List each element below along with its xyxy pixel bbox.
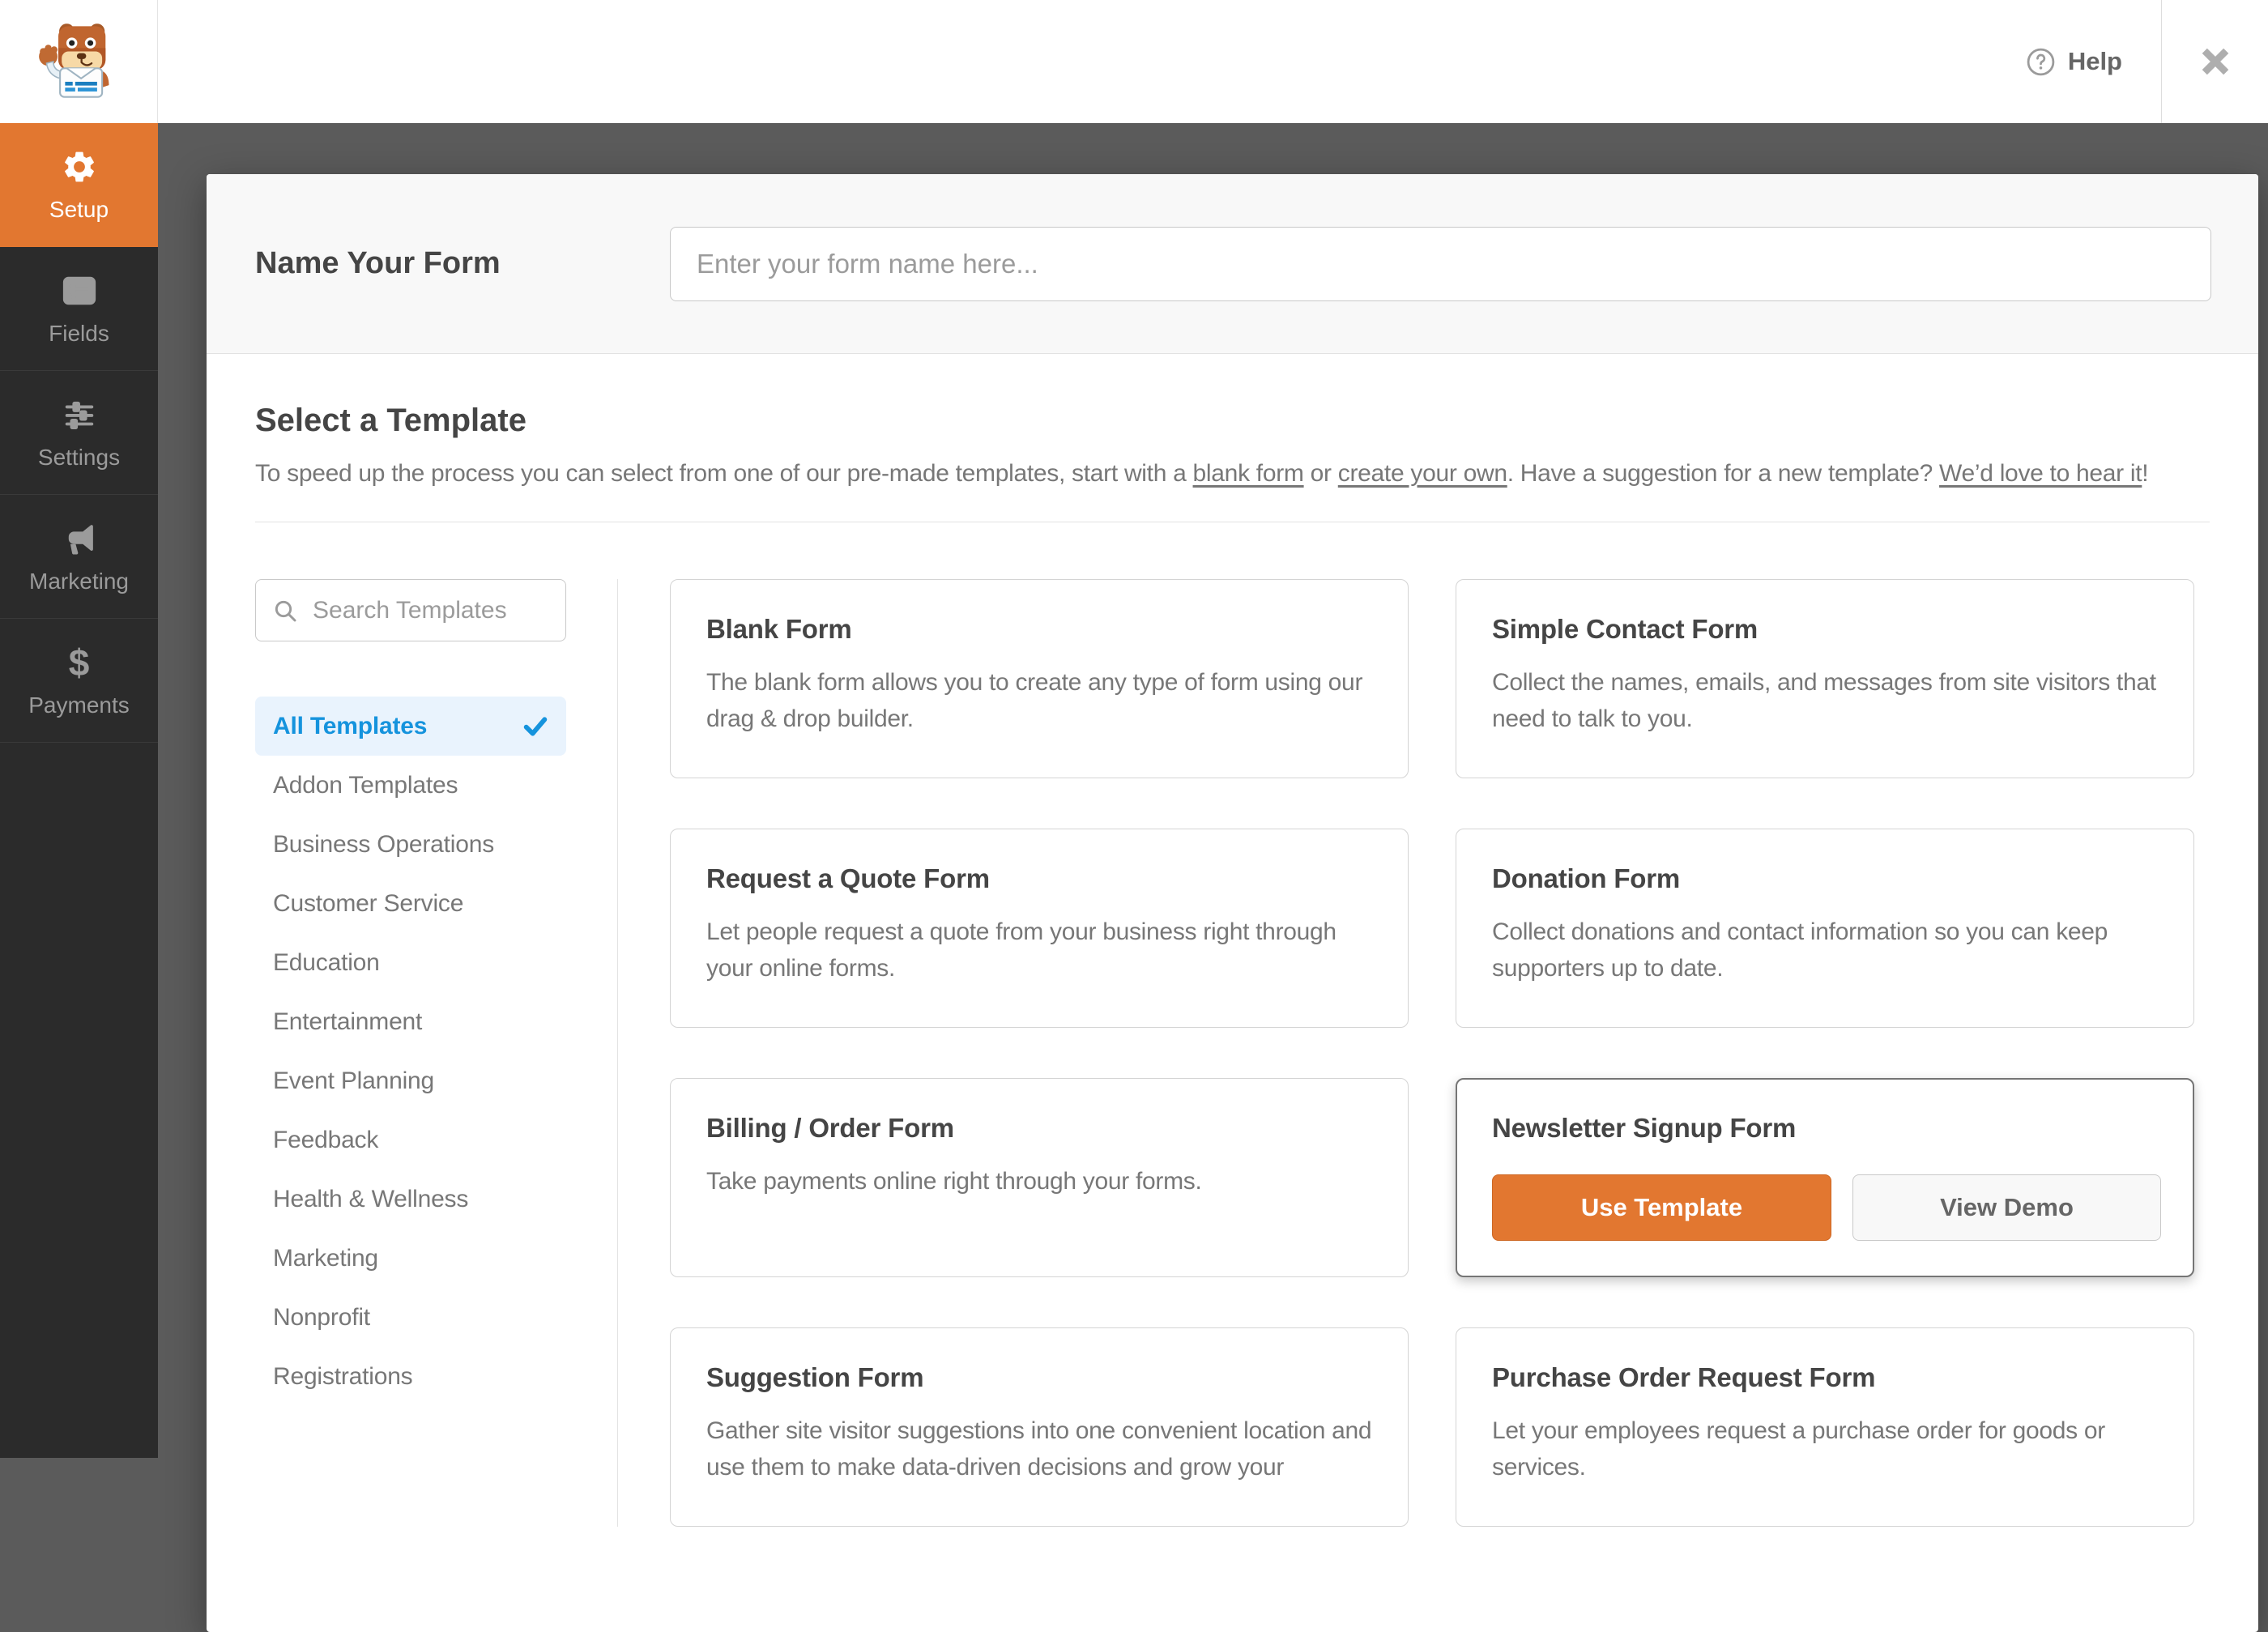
category-customer-service[interactable]: Customer Service <box>255 874 566 933</box>
select-template-description: To speed up the process you can select f… <box>255 460 2210 488</box>
template-description: Gather site visitor suggestions into one… <box>706 1417 1372 1481</box>
name-your-form-label: Name Your Form <box>255 246 501 280</box>
megaphone-icon <box>61 519 98 558</box>
wpforms-logo <box>0 0 158 123</box>
form-fields-icon <box>61 271 98 310</box>
name-your-form-section: Name Your Form <box>207 174 2258 354</box>
category-event-planning[interactable]: Event Planning <box>255 1051 566 1110</box>
wpforms-bear-icon <box>39 23 109 98</box>
select-template-title: Select a Template <box>255 403 526 438</box>
template-card-donation-form[interactable]: Donation Form Collect donations and conta… <box>1456 829 2194 1028</box>
category-marketing[interactable]: Marketing <box>255 1229 566 1288</box>
sliders-icon <box>61 395 98 434</box>
category-education[interactable]: Education <box>255 933 566 992</box>
search-icon <box>275 600 296 621</box>
view-demo-button[interactable]: View Demo <box>1852 1174 2161 1241</box>
description-text: To speed up the process you can select f… <box>255 460 1193 487</box>
category-label: Marketing <box>273 1244 378 1272</box>
category-all-templates[interactable]: All Templates <box>255 697 566 756</box>
search-templates-box[interactable] <box>255 579 566 641</box>
template-card-newsletter-signup-form[interactable]: Newsletter Signup Form Use Template View D… <box>1456 1078 2194 1277</box>
template-title: Billing / Order Form <box>706 1113 954 1143</box>
dollar-icon: $ <box>68 641 90 684</box>
top-bar: Help <box>0 0 2268 123</box>
category-label: Entertainment <box>273 1008 423 1035</box>
sidebar-item-label: Fields <box>49 320 109 346</box>
inline-link-we-d-love-to-hear-it[interactable]: We’d love to hear it <box>1939 460 2142 487</box>
close-icon <box>2202 48 2228 75</box>
category-list: All Templates Addon Templates Business Ope… <box>255 697 566 1406</box>
help-label: Help <box>2067 47 2122 75</box>
template-card-simple-contact-form[interactable]: Simple Contact Form Collect the names, em… <box>1456 579 2194 778</box>
template-title: Suggestion Form <box>706 1362 924 1392</box>
category-label: Feedback <box>273 1126 379 1153</box>
check-icon <box>522 714 548 739</box>
help-button[interactable]: Help <box>2026 47 2122 77</box>
category-feedback[interactable]: Feedback <box>255 1110 566 1170</box>
template-card-blank-form[interactable]: Blank Form The blank form allows you to c… <box>670 579 1409 778</box>
sidebar-item-fields[interactable]: Fields <box>0 247 158 371</box>
category-nonprofit[interactable]: Nonprofit <box>255 1288 566 1347</box>
template-description: The blank form allows you to create any … <box>706 669 1363 732</box>
template-description: Let your employees request a purchase or… <box>1492 1417 2105 1481</box>
sidebar: Setup Fields Settings Marketing $ Payments <box>0 123 158 1458</box>
sidebar-item-payments[interactable]: $ Payments <box>0 619 158 743</box>
category-label: Education <box>273 948 380 976</box>
sidebar-item-label: Marketing <box>29 568 129 594</box>
category-label: Business Operations <box>273 830 495 858</box>
template-title: Blank Form <box>706 614 852 644</box>
sidebar-item-settings[interactable]: Settings <box>0 371 158 495</box>
category-addon-templates[interactable]: Addon Templates <box>255 756 566 815</box>
template-area: All Templates Addon Templates Business Ope… <box>255 522 2210 1527</box>
category-health-wellness[interactable]: Health & Wellness <box>255 1170 566 1229</box>
form-name-input[interactable] <box>670 226 2211 301</box>
gear-icon <box>61 147 98 186</box>
category-label: Customer Service <box>273 889 464 917</box>
template-description: Take payments online right through your … <box>706 1168 1202 1195</box>
template-filter-column: All Templates Addon Templates Business Ope… <box>255 579 618 1527</box>
category-label: All Templates <box>273 712 428 739</box>
description-text: ! <box>2142 460 2149 487</box>
inline-link-blank-form[interactable]: blank form <box>1193 460 1304 487</box>
template-description: Collect the names, emails, and messages … <box>1492 669 2156 732</box>
category-entertainment[interactable]: Entertainment <box>255 992 566 1051</box>
sidebar-item-label: Payments <box>28 692 130 718</box>
template-actions: Use Template View Demo <box>1492 1174 2161 1241</box>
sidebar-item-label: Setup <box>49 196 109 222</box>
select-template-header: Select a Template To speed up the proces… <box>207 354 2258 488</box>
description-text: or <box>1303 460 1338 487</box>
category-label: Addon Templates <box>273 771 458 799</box>
category-label: Event Planning <box>273 1067 435 1094</box>
category-label: Registrations <box>273 1362 413 1390</box>
inline-link-create-your-own[interactable]: create your own <box>1338 460 1507 487</box>
template-list-column: Blank Form The blank form allows you to c… <box>618 579 2210 1527</box>
template-description: Let people request a quote from your bus… <box>706 918 1336 982</box>
use-template-button[interactable]: Use Template <box>1492 1174 1831 1241</box>
close-builder-button[interactable] <box>2161 0 2268 123</box>
sidebar-item-marketing[interactable]: Marketing <box>0 495 158 619</box>
sidebar-item-label: Settings <box>37 444 121 470</box>
template-title: Newsletter Signup Form <box>1492 1113 1797 1143</box>
template-description: Collect donations and contact informatio… <box>1492 918 2108 982</box>
template-grid: Blank Form The blank form allows you to c… <box>670 579 2194 1527</box>
category-business-operations[interactable]: Business Operations <box>255 815 566 874</box>
search-templates-input[interactable] <box>311 595 549 625</box>
template-card-request-a-quote-form[interactable]: Request a Quote Form Let people request a… <box>670 829 1409 1028</box>
category-label: Health & Wellness <box>273 1185 469 1212</box>
top-bar-spacer: Help <box>158 0 2161 123</box>
help-icon <box>2027 48 2055 75</box>
template-card-suggestion-form[interactable]: Suggestion Form Gather site visitor sugge… <box>670 1327 1409 1527</box>
category-label: Nonprofit <box>273 1303 370 1331</box>
sidebar-item-setup[interactable]: Setup <box>0 123 158 247</box>
template-title: Simple Contact Form <box>1492 614 1759 644</box>
template-card-purchase-order-request-form[interactable]: Purchase Order Request Form Let your empl… <box>1456 1327 2194 1527</box>
category-registrations[interactable]: Registrations <box>255 1347 566 1406</box>
template-title: Donation Form <box>1492 863 1681 893</box>
description-text: . Have a suggestion for a new template? <box>1507 460 1940 487</box>
template-card-billing-order-form[interactable]: Billing / Order Form Take payments online… <box>670 1078 1409 1277</box>
template-title: Request a Quote Form <box>706 863 990 893</box>
template-title: Purchase Order Request Form <box>1492 1362 1876 1392</box>
setup-panel: Name Your Form Select a Template To spee… <box>207 174 2258 1632</box>
